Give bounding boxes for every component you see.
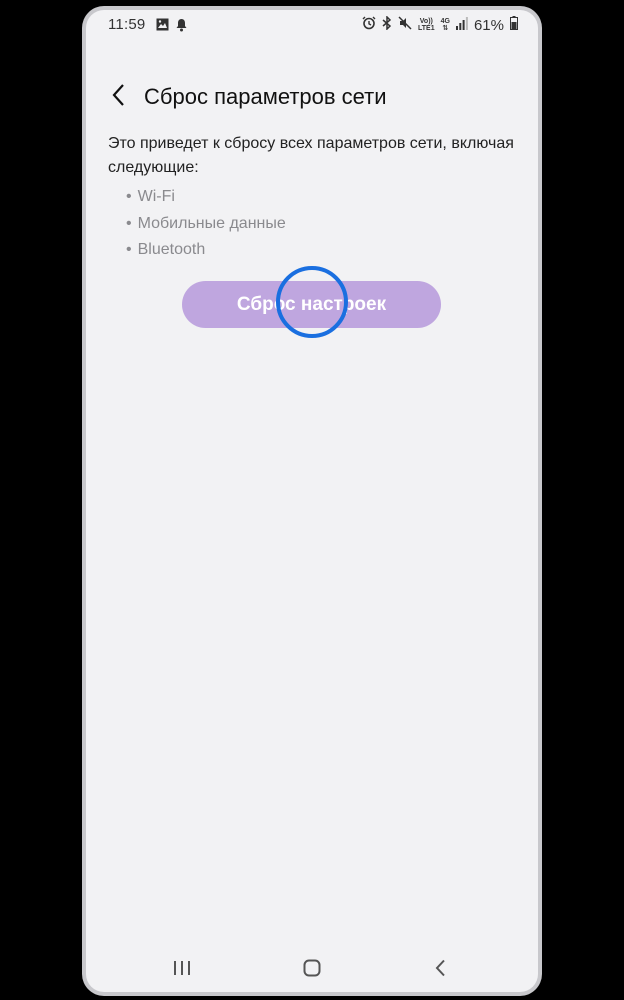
list-item-label: Bluetooth [137,241,206,258]
list-item-bluetooth: • Bluetooth [126,237,286,264]
back-button[interactable] [104,82,132,112]
phone-screen: 11:59 Vo)) LTE1 4G ⇅ 61% Сброс параметро… [86,10,538,992]
signal-icon [455,16,468,34]
volte-bottom-label: LTE1 [418,25,435,32]
list-item-wifi: • Wi-Fi [126,184,286,211]
description-text: Это приведет к сбросу всех параметров се… [108,135,514,176]
bullet: • [126,214,132,232]
status-right: Vo)) LTE1 4G ⇅ 61% [362,15,518,34]
nav-back-button[interactable] [420,958,460,982]
notification-icon [175,18,188,36]
home-icon [303,959,321,982]
status-left-icons [156,18,188,36]
volte-icon: Vo)) LTE1 [418,18,435,32]
network-type-label: 4G [440,18,450,25]
page-title: Сброс параметров сети [144,84,387,109]
bullet: • [126,188,132,205]
home-button[interactable] [292,958,332,982]
list-item-label: Мобильные данные [137,214,286,232]
reset-settings-button[interactable]: Сброс настроек [182,281,441,328]
status-bar: 11:59 Vo)) LTE1 4G ⇅ 61% [86,10,538,40]
status-time: 11:59 [108,16,146,33]
app-header: Сброс параметров сети [86,80,538,116]
alarm-icon [362,16,376,34]
volte-top-label: Vo)) [419,18,433,25]
navigation-bar [86,948,538,992]
battery-icon [510,16,518,34]
mute-icon [398,16,412,34]
battery-percent: 61% [473,16,504,34]
bullet: • [126,241,132,258]
list-item-mobile-data: • Мобильные данные [126,211,286,238]
reset-items-list: • Wi-Fi • Мобильные данные • Bluetooth [126,184,286,264]
list-item-label: Wi-Fi [137,188,175,205]
recent-apps-button[interactable] [162,958,202,982]
recent-apps-icon [173,960,191,981]
network-type-icon: 4G ⇅ [440,18,450,32]
back-icon [434,959,446,982]
bluetooth-icon [382,15,392,34]
chevron-left-icon [111,83,125,112]
gallery-icon [156,18,169,36]
